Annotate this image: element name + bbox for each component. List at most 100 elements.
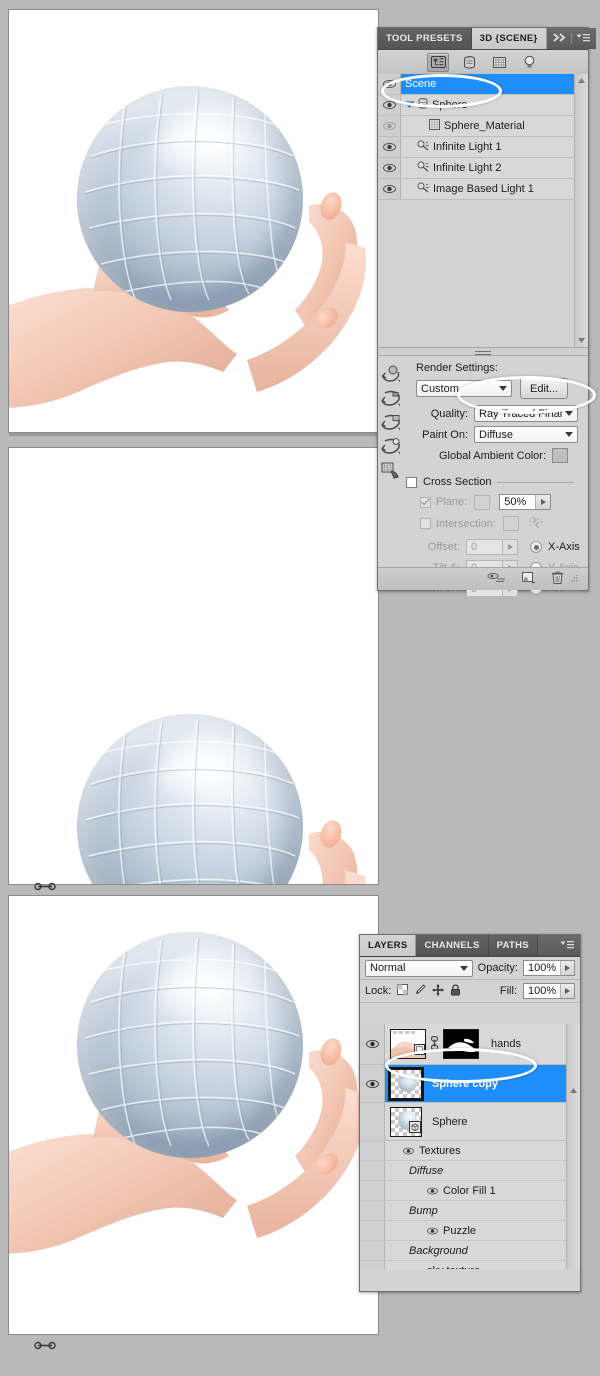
tab-paths[interactable]: PATHS [489, 935, 538, 956]
visibility-toggle[interactable] [378, 95, 401, 115]
spinner-icon[interactable] [560, 961, 574, 975]
double-chevron-right-icon[interactable] [553, 33, 567, 45]
tab-tool-presets[interactable]: TOOL PRESETS [378, 28, 472, 49]
scroll-up-arrow-icon[interactable] [567, 1084, 580, 1097]
visibility-toggle[interactable] [378, 74, 401, 94]
lock-image-pixels-icon[interactable] [414, 984, 426, 999]
lights-filter-icon[interactable] [519, 54, 539, 71]
panel-splitter[interactable] [378, 347, 588, 356]
panel-menu-icon[interactable] [560, 940, 574, 952]
spinner-icon[interactable] [535, 495, 550, 509]
scroll-up-arrow-icon[interactable] [575, 74, 588, 87]
toggle-ground-plane-icon[interactable] [486, 572, 506, 587]
visibility-toggle[interactable] [378, 179, 401, 199]
plane-opacity-value: 50% [500, 496, 535, 508]
3d-scene-tree[interactable]: Scene [378, 74, 588, 348]
offset-field[interactable]: 0 [466, 539, 518, 555]
resize-grip-icon[interactable] [571, 573, 578, 585]
eye-icon[interactable] [403, 1147, 414, 1155]
tab-channels[interactable]: CHANNELS [416, 935, 488, 956]
scroll-down-arrow-icon[interactable] [575, 334, 588, 347]
lock-position-icon[interactable] [432, 984, 444, 999]
plane-opacity-field[interactable]: 50% [499, 494, 551, 510]
layer-row-textures[interactable]: Textures [360, 1141, 567, 1161]
layer-thumbnail[interactable] [390, 1107, 422, 1137]
visibility-toggle[interactable] [360, 1103, 385, 1140]
tab-layers[interactable]: LAYERS [360, 935, 416, 956]
paint-on-combo[interactable]: Diffuse [474, 426, 578, 443]
edit-render-settings-button[interactable]: Edit... [520, 378, 568, 399]
plane-color-swatch[interactable] [474, 495, 490, 510]
roll-3d-object-tool-icon[interactable] [380, 388, 402, 409]
layer-mask-thumbnail[interactable] [443, 1029, 479, 1059]
scene-tree-row-image-based-light-1[interactable]: Image Based Light 1 [378, 179, 575, 200]
intersection-label: Intersection: [436, 518, 496, 530]
scene-tree-row-infinite-light-2[interactable]: Infinite Light 2 [378, 158, 575, 179]
scene-tree-row-sphere-material[interactable]: Sphere_Material [378, 116, 575, 137]
layer-row-sky-texture[interactable]: sky texture [360, 1261, 567, 1269]
layer-thumbnail[interactable] [390, 1029, 426, 1059]
panel-menu-icon[interactable] [576, 33, 590, 45]
smart-object-icon [414, 1044, 425, 1058]
canvas-bottom[interactable] [8, 895, 379, 1335]
visibility-toggle[interactable] [360, 1065, 385, 1102]
layer-row-color-fill-1[interactable]: Color Fill 1 [360, 1181, 567, 1201]
x-axis-radio[interactable] [530, 541, 542, 553]
lock-transparent-pixels-icon[interactable] [397, 984, 408, 998]
quality-combo[interactable]: Ray Traced Final [474, 405, 578, 422]
tab-3d-scene[interactable]: 3D {SCENE} [472, 28, 547, 49]
plane-checkbox[interactable] [420, 497, 431, 508]
scene-filter-icon[interactable] [427, 53, 449, 72]
visibility-toggle[interactable] [378, 116, 401, 136]
fill-field[interactable]: 100% [523, 983, 575, 999]
visibility-toggle[interactable] [378, 158, 401, 178]
visibility-toggle[interactable] [360, 1024, 385, 1064]
layer-name: Sphere copy [432, 1078, 498, 1090]
link-icon[interactable] [430, 1036, 439, 1053]
eye-icon[interactable] [427, 1227, 438, 1235]
layer-row-sphere[interactable]: Sphere [360, 1103, 567, 1141]
materials-filter-icon[interactable] [489, 54, 509, 71]
3d-panel-bottom-bar [378, 567, 588, 590]
layer-row-hands[interactable]: hands [360, 1024, 567, 1065]
scene-tree-row-infinite-light-1[interactable]: Infinite Light 1 [378, 137, 575, 158]
mesh-filter-icon[interactable] [459, 54, 479, 71]
blend-mode-value: Normal [370, 962, 460, 974]
scene-tree-row-scene[interactable]: Scene [378, 74, 575, 95]
spinner-icon[interactable] [502, 540, 517, 554]
scene-tree-scrollbar[interactable] [574, 74, 588, 347]
eye-icon[interactable] [427, 1187, 438, 1195]
layers-list[interactable]: hands Sphere copy [360, 1024, 580, 1269]
layers-scrollbar[interactable] [566, 1024, 580, 1269]
visibility-toggle[interactable] [378, 137, 401, 157]
chevron-down-icon[interactable] [405, 99, 414, 111]
paint-on-value: Diffuse [479, 429, 565, 441]
rotate-3d-object-tool-icon[interactable] [380, 364, 402, 385]
lock-all-icon[interactable] [450, 984, 461, 999]
global-ambient-color-swatch[interactable] [552, 448, 568, 463]
canvas-resize-handle-middle[interactable] [34, 882, 56, 891]
eye-icon [383, 184, 396, 194]
flip-cross-section-icon[interactable] [528, 515, 544, 532]
layer-name: Bump [409, 1205, 438, 1217]
intersection-checkbox[interactable] [420, 518, 431, 529]
opacity-field[interactable]: 100% [523, 960, 575, 976]
canvas-top[interactable] [8, 9, 379, 433]
render-preset-combo[interactable]: Custom [416, 380, 512, 397]
layer-thumbnail[interactable] [390, 1069, 422, 1099]
scene-tree-row-sphere[interactable]: Sphere [378, 95, 575, 116]
3d-tools-column [378, 360, 404, 481]
canvas-resize-handle-bottom[interactable] [34, 1341, 56, 1350]
intersection-color-swatch[interactable] [503, 516, 519, 531]
cross-section-checkbox[interactable] [406, 477, 417, 488]
new-light-icon[interactable] [522, 572, 536, 587]
layer-row-puzzle[interactable]: Puzzle [360, 1221, 567, 1241]
delete-icon[interactable] [552, 571, 563, 587]
spinner-icon[interactable] [560, 984, 574, 998]
eye-icon [383, 163, 396, 173]
layer-row-sphere-copy[interactable]: Sphere copy [360, 1065, 567, 1103]
pan-3d-object-tool-icon[interactable] [380, 412, 402, 433]
paint-3d-tool-icon[interactable] [380, 460, 402, 481]
blend-mode-combo[interactable]: Normal [365, 960, 473, 977]
slide-3d-object-tool-icon[interactable] [380, 436, 402, 457]
